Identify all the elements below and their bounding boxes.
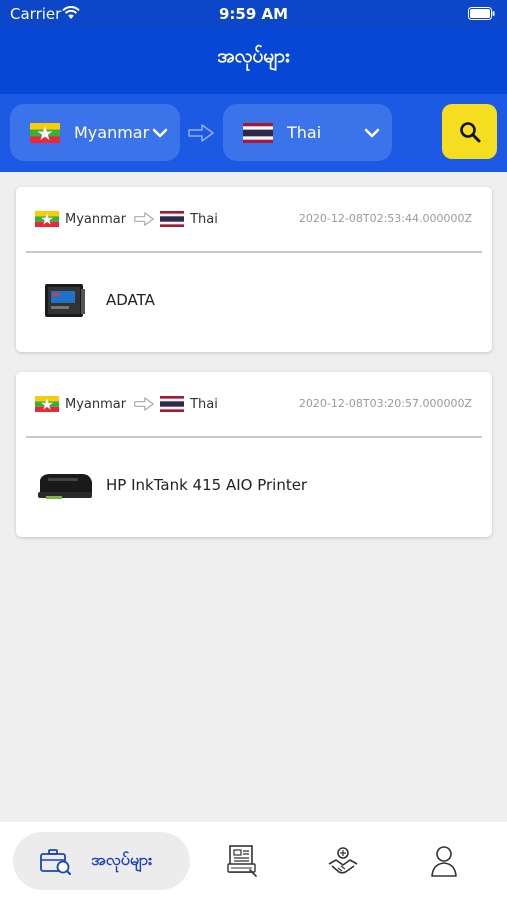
order-timestamp: 2020-12-08T03:20:57.000000Z xyxy=(298,397,472,410)
order-route: Myanmar Thai xyxy=(35,394,218,414)
to-country-select[interactable]: Thai xyxy=(223,104,392,161)
tab-jobs[interactable]: အလုပ်များ xyxy=(13,832,190,890)
route-filter-bar: Myanmar Thai xyxy=(0,94,507,172)
divider xyxy=(26,251,482,253)
order-card[interactable]: Myanmar Thai 2020-12-08T03:20:57.000000Z… xyxy=(16,372,492,537)
order-from-label: Myanmar xyxy=(65,211,127,227)
from-country-label: Myanmar xyxy=(74,123,150,142)
status-time: 9:59 AM xyxy=(218,5,289,23)
status-bar: Carrier 9:59 AM xyxy=(0,0,507,28)
myanmar-flag-icon xyxy=(35,396,59,412)
submit-icon[interactable] xyxy=(226,844,258,878)
thailand-flag-icon xyxy=(160,396,185,412)
bottom-tab-bar: အလုပ်များ xyxy=(0,822,507,900)
thailand-flag-icon xyxy=(160,211,185,227)
thailand-flag-icon xyxy=(243,122,273,143)
title-bar: အလုပ်များ xyxy=(0,28,507,94)
printer-image xyxy=(38,474,92,499)
order-to-label: Thai xyxy=(190,396,218,412)
order-timestamp: 2020-12-08T02:53:44.000000Z xyxy=(298,212,472,225)
ssd-drive-image xyxy=(45,284,85,317)
search-icon xyxy=(459,121,480,142)
order-from-label: Myanmar xyxy=(65,396,127,412)
route-arrow-icon xyxy=(134,212,154,226)
chevron-down-icon xyxy=(152,128,168,137)
divider xyxy=(26,436,482,438)
myanmar-flag-icon xyxy=(35,211,59,227)
handshake-icon[interactable] xyxy=(326,844,360,878)
chevron-down-icon xyxy=(364,128,380,137)
search-button[interactable] xyxy=(442,104,497,159)
myanmar-flag-icon xyxy=(30,122,60,143)
to-country-label: Thai xyxy=(287,123,322,142)
page-title: အလုပ်များ xyxy=(217,45,290,67)
tab-jobs-label: အလုပ်များ xyxy=(91,850,153,869)
product-name: ADATA xyxy=(106,291,155,309)
product-name: HP InkTank 415 AIO Printer xyxy=(106,476,308,494)
order-route: Myanmar Thai xyxy=(35,209,218,229)
profile-icon[interactable] xyxy=(430,844,458,878)
route-arrow-icon xyxy=(134,397,154,411)
from-country-select[interactable]: Myanmar xyxy=(10,104,180,161)
order-to-label: Thai xyxy=(190,211,218,227)
route-arrow-icon xyxy=(188,124,214,142)
order-card[interactable]: Myanmar Thai 2020-12-08T02:53:44.000000Z… xyxy=(16,187,492,352)
battery-icon xyxy=(468,7,495,20)
app-header: Carrier 9:59 AM အလုပ်များ Myanmar Thai xyxy=(0,0,507,172)
jobs-icon xyxy=(40,849,71,875)
